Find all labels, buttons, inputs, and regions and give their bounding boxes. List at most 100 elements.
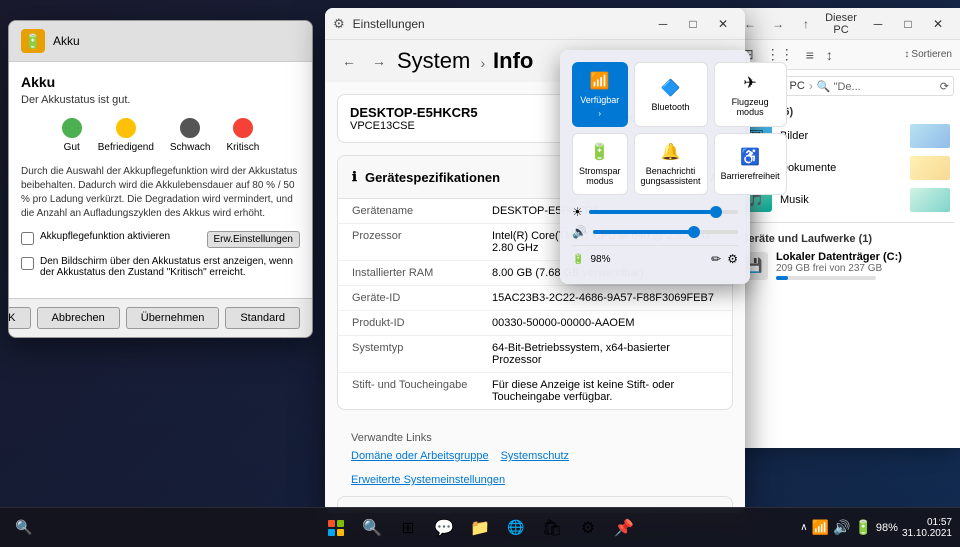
status-kritisch: Kritisch [226, 118, 259, 153]
link-erweitert[interactable]: Erweiterte Systemeinstellungen [351, 474, 505, 486]
settings-app-icon: ⚙ [333, 16, 345, 32]
toolbar-icon-3[interactable]: ≡ [802, 45, 818, 65]
close-button[interactable]: ✕ [709, 10, 737, 38]
pencil-icon[interactable]: ✏ [711, 252, 721, 266]
sort-button[interactable]: ↕ Sortieren [904, 49, 952, 60]
battery-row: 🔋 98% ✏ ⚙ [572, 245, 738, 272]
settings-quick-icon[interactable]: ⚙ [727, 252, 738, 266]
taskbar-explorer[interactable]: 📁 [464, 512, 496, 544]
quick-tile-airplane[interactable]: ✈ Flugzeug modus [714, 62, 787, 127]
explorer-titlebar: ← → ↑ Dieser PC ─ □ ✕ [730, 8, 960, 40]
accessibility-icon: ♿ [740, 147, 760, 167]
related-links-title: Verwandte Links [351, 432, 719, 444]
taskbar-edge[interactable]: 🌐 [500, 512, 532, 544]
link-systemschutz[interactable]: Systemschutz [501, 450, 569, 462]
time-display: 01:57 [902, 517, 952, 528]
device-specs-title-row: ℹ Gerätespezifikationen [352, 169, 500, 185]
spec-stift: Stift- und Toucheingabe Für diese Anzeig… [338, 373, 732, 409]
settings-title: Einstellungen [353, 17, 425, 31]
explorer-forward[interactable]: → [766, 12, 790, 36]
explorer-close[interactable]: ✕ [924, 10, 952, 38]
taskbar-settings-pin[interactable]: ⚙ [572, 512, 604, 544]
acku-description: Durch die Auswahl der Akkupflegefunktion… [21, 165, 300, 221]
spec-label-stift: Stift- und Toucheingabe [352, 379, 492, 403]
abbrechen-button[interactable]: Abbrechen [37, 307, 120, 329]
ubernehmen-button[interactable]: Übernehmen [126, 307, 220, 329]
explorer-up[interactable]: ↑ [794, 12, 818, 36]
volume-fill [593, 230, 695, 234]
musik-label: Musik [780, 194, 809, 206]
pc-name: DESKTOP-E5HKCR5 [350, 105, 478, 120]
volume-slider[interactable] [593, 230, 738, 234]
tray-network[interactable]: 📶 [812, 519, 829, 536]
start-button[interactable] [320, 512, 352, 544]
minimize-button[interactable]: ─ [649, 10, 677, 38]
bell-icon: 🔔 [661, 142, 681, 162]
status-circle-red [233, 118, 253, 138]
wifi-label: Verfügbar [580, 95, 619, 105]
toolbar-icon-4[interactable]: ↕ [822, 45, 837, 65]
status-gut-label: Gut [64, 142, 80, 153]
status-gut: Gut [62, 118, 82, 153]
status-circle-yellow [116, 118, 136, 138]
drive-c-info: Lokaler Datenträger (C:) 209 GB frei von… [776, 251, 902, 280]
explorer-maximize[interactable]: □ [894, 10, 922, 38]
desktop: 🔋 Akku Akku Der Akkustatus ist gut. Gut … [0, 0, 960, 547]
refresh-icon[interactable]: ⟳ [940, 80, 949, 93]
quick-tile-wifi[interactable]: 📶 Verfügbar › [572, 62, 628, 127]
tray-battery[interactable]: 🔋 [854, 519, 871, 536]
akkupflege-checkbox[interactable] [21, 232, 34, 245]
status-befriedigend: Befriedigend [98, 118, 154, 153]
standard-button[interactable]: Standard [225, 307, 300, 329]
system-tray: ∧ 📶 🔊 🔋 98% [800, 519, 898, 536]
battery-percent: 98% [590, 254, 610, 265]
breadcrumb-info: Info [493, 48, 533, 73]
akkupflege-label: Akkupflegefunktion aktivieren [40, 231, 170, 242]
explorer-minimize[interactable]: ─ [864, 10, 892, 38]
spec-label-geratename: Gerätename [352, 205, 492, 217]
bluetooth-icon: 🔷 [661, 78, 681, 98]
acku-status-row: Gut Befriedigend Schwach Kritisch [21, 118, 300, 153]
drive-c-name: Lokaler Datenträger (C:) [776, 251, 902, 263]
spec-value-stift: Für diese Anzeige ist keine Stift- oder … [492, 379, 718, 403]
quick-tile-notifications[interactable]: 🔔 Benachrichti gungsassistent [634, 133, 708, 195]
brightness-icon: ☀ [572, 205, 583, 219]
brightness-thumb [710, 206, 722, 218]
taskbar-pin-app[interactable]: 📌 [608, 512, 640, 544]
taskbar: 🔍 🔍 ⊞ 💬 📁 🌐 🛍 ⚙ 📌 ∧ 📶 🔊 🔋 98% [0, 507, 960, 547]
spec-value-gerateid: 15AC23B3-2C22-4686-9A57-F88F3069FEB7 [492, 292, 718, 304]
tray-chevron[interactable]: ∧ [800, 522, 807, 533]
bluetooth-label: Bluetooth [652, 102, 690, 112]
taskbar-store[interactable]: 🛍 [536, 512, 568, 544]
forward-button[interactable]: → [367, 49, 391, 73]
brightness-slider[interactable] [589, 210, 738, 214]
explorer-path: Dieser PC [822, 12, 860, 36]
tray-volume[interactable]: 🔊 [833, 519, 850, 536]
erw-einstellungen-button[interactable]: Erw.Einstellungen [207, 231, 301, 248]
link-domane[interactable]: Domäne oder Arbeitsgruppe [351, 450, 489, 462]
battery-saver-label: Stromspar modus [579, 166, 621, 186]
taskbar-search[interactable]: 🔍 [356, 512, 388, 544]
back-button[interactable]: ← [337, 49, 361, 73]
breadcrumb-system: System [397, 48, 470, 73]
taskbar-clock[interactable]: 01:57 31.10.2021 [902, 517, 952, 539]
taskbar-widgets[interactable]: ⊞ [392, 512, 424, 544]
acku-title-icon: 🔋 [21, 29, 45, 53]
quick-tile-accessibility[interactable]: ♿ Barrierefreiheit [714, 133, 787, 195]
quick-tile-bluetooth[interactable]: 🔷 Bluetooth [634, 62, 708, 127]
volume-row: 🔊 [572, 225, 738, 239]
bildschirm-checkbox[interactable] [21, 257, 34, 270]
drive-c[interactable]: 💾 Lokaler Datenträger (C:) 209 GB frei v… [736, 247, 954, 284]
dokumente-label: Dokumente [780, 162, 836, 174]
airplane-icon: ✈ [743, 73, 756, 93]
quick-tile-battery[interactable]: 🔋 Stromspar modus [572, 133, 628, 195]
taskbar-chat[interactable]: 💬 [428, 512, 460, 544]
links-row: Domäne oder Arbeitsgruppe Systemschutz E… [351, 450, 719, 486]
pc-name-info: DESKTOP-E5HKCR5 VPCE13CSE [350, 105, 478, 132]
bilder-thumb [910, 124, 950, 148]
path-sep: › [809, 79, 813, 93]
checkbox-row-2: Den Bildschirm über den Akkustatus erst … [21, 256, 300, 278]
search-icon[interactable]: 🔍 [8, 512, 40, 544]
ok-button[interactable]: OK [8, 307, 31, 329]
maximize-button[interactable]: □ [679, 10, 707, 38]
